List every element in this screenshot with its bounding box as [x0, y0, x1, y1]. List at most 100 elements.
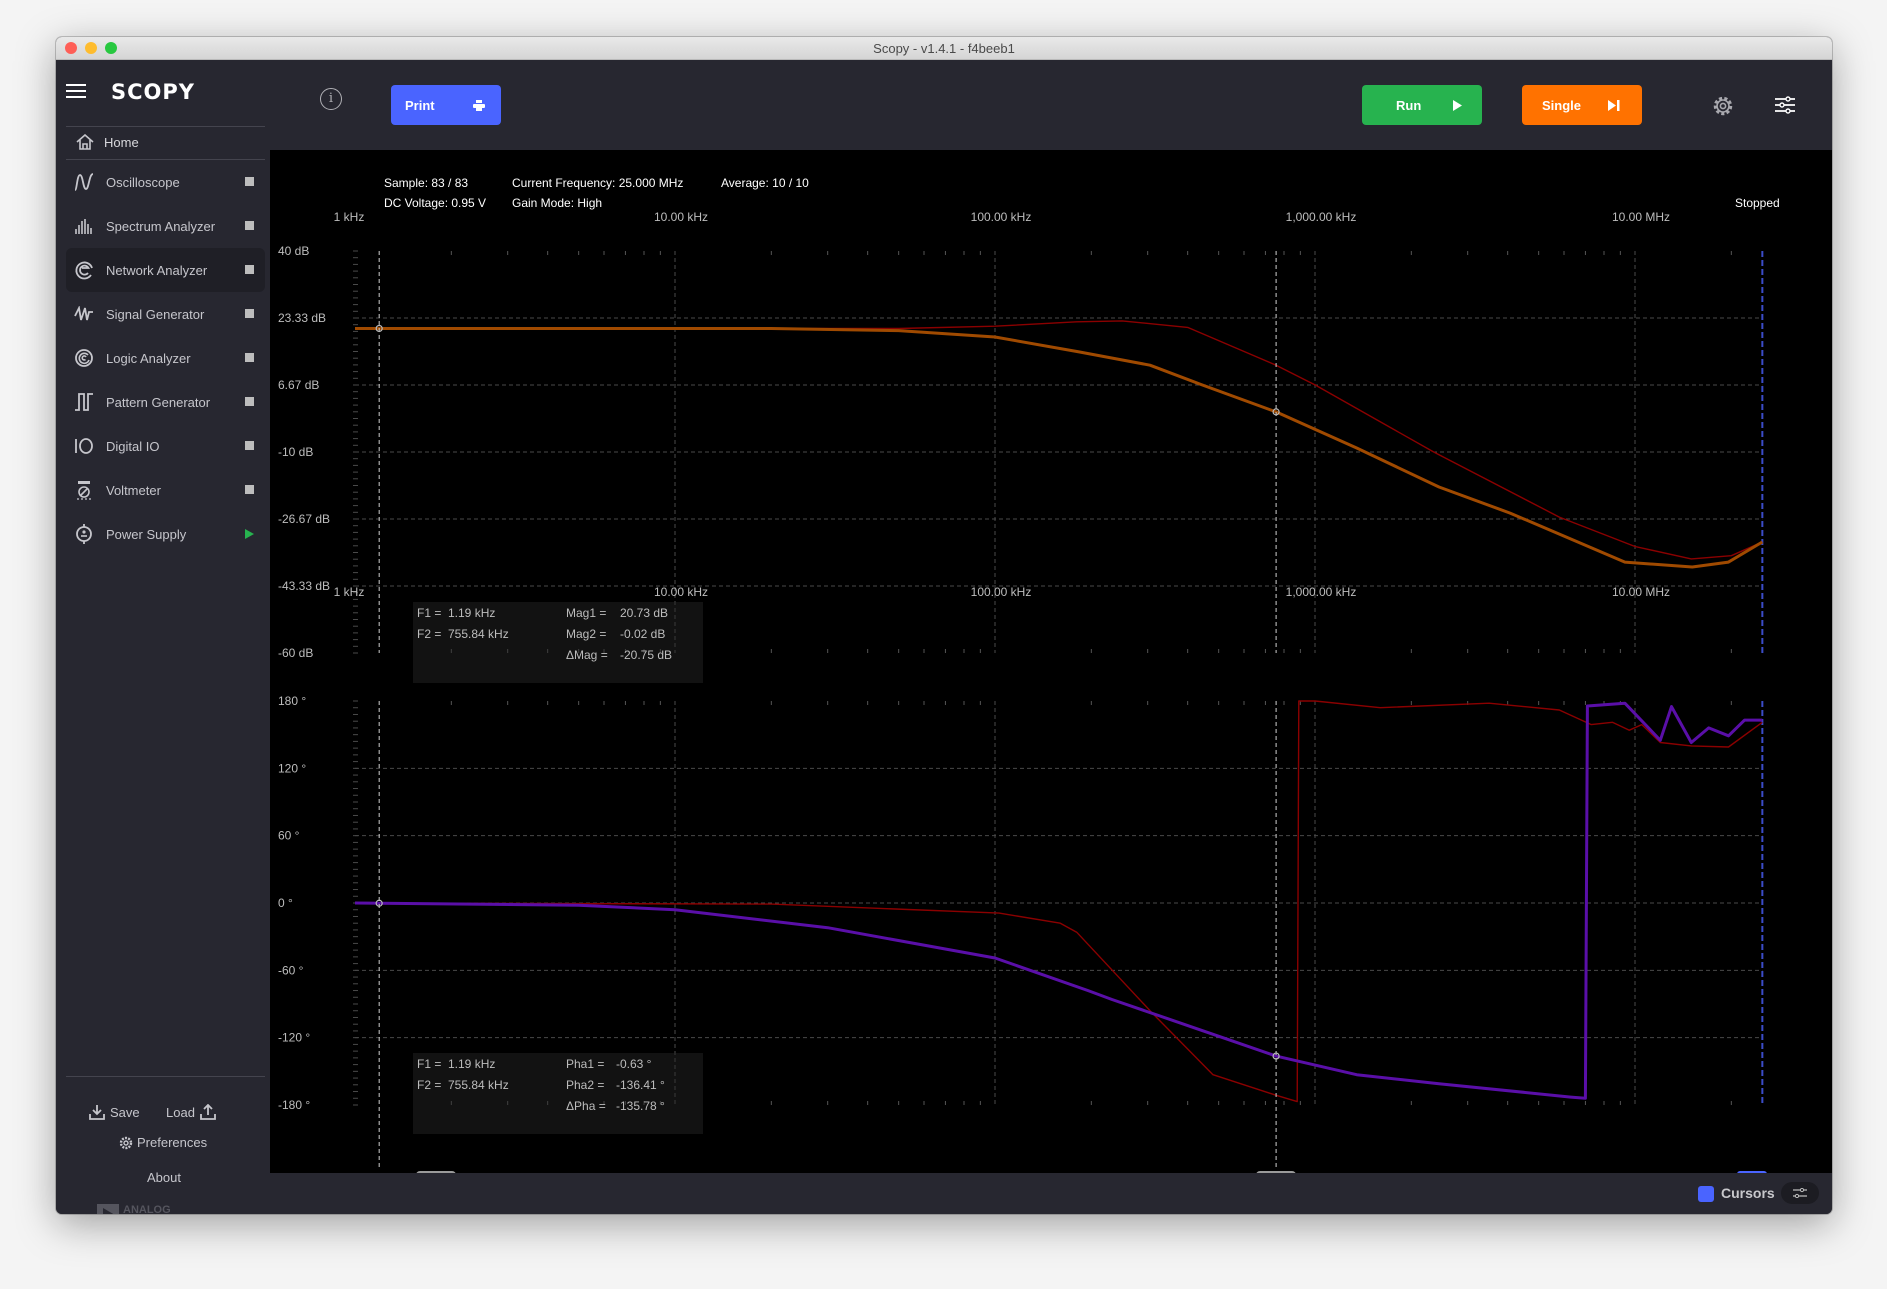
- y-tick-label: -10 dB: [278, 445, 313, 459]
- app-window: Scopy - v1.4.1 - f4beeb1 SCOPY Home Osci…: [56, 37, 1832, 1214]
- window-title: Scopy - v1.4.1 - f4beeb1: [873, 41, 1015, 56]
- save-icon: [89, 1105, 105, 1120]
- phase-cursor-readout: F1 = 1.19 kHz F2 = 755.84 kHz Pha1 = -0.…: [413, 1053, 703, 1134]
- step-icon: [1608, 99, 1620, 111]
- mag2-value: -0.02 dB: [620, 627, 666, 641]
- sidebar-divider: [66, 1076, 265, 1077]
- x-tick-label: 1,000.00 kHz: [1286, 585, 1357, 599]
- load-button[interactable]: Load: [166, 1104, 216, 1120]
- f2-value: 755.84 kHz: [448, 627, 509, 641]
- x-tick-label: 1 kHz: [334, 585, 365, 599]
- sidebar-item-pattern-generator[interactable]: Pattern Generator: [66, 380, 265, 424]
- sidebar-item-label: Digital IO: [106, 438, 160, 454]
- network-analyzer-icon: [72, 258, 96, 282]
- delta-mag-value: -20.75 dB: [620, 648, 673, 662]
- home-icon: [76, 134, 94, 150]
- status-stopped-icon: [245, 265, 254, 274]
- sidebar-item-signal-generator[interactable]: Signal Generator: [66, 292, 265, 336]
- sidebar-item-power-supply[interactable]: Power Supply: [66, 512, 265, 556]
- about-label: About: [147, 1170, 181, 1185]
- menu-sliders-icon[interactable]: [1774, 96, 1796, 114]
- sidebar-item-label: Home: [104, 134, 139, 150]
- x-tick-label: 10.00 MHz: [1612, 210, 1670, 224]
- f2-value: 755.84 kHz: [448, 1078, 509, 1092]
- delta-pha-value: -135.78 °: [616, 1099, 665, 1113]
- printer-icon: [473, 99, 485, 111]
- sidebar-item-logic-analyzer[interactable]: Logic Analyzer: [66, 336, 265, 380]
- digital-io-icon: [72, 434, 96, 458]
- series-line-2: [354, 700, 1763, 1103]
- analog-devices-triangle-icon: [97, 1204, 119, 1214]
- sidebar-item-label: Voltmeter: [106, 482, 161, 498]
- bottom-bar: Cursors: [270, 1173, 1832, 1214]
- mag1-value: 20.73 dB: [620, 606, 669, 620]
- cursor-settings-icon: [1793, 1188, 1807, 1198]
- sidebar-item-spectrum-analyzer[interactable]: Spectrum Analyzer: [66, 204, 265, 248]
- magnitude-cursor-readout: F1 = 1.19 kHz F2 = 755.84 kHz Mag1 = 20.…: [413, 602, 703, 683]
- status-stopped-icon: [245, 221, 254, 230]
- pha2-label: Pha2 =: [566, 1078, 605, 1092]
- sidebar-item-label: Spectrum Analyzer: [106, 218, 216, 234]
- x-tick-label: 10.00 kHz: [654, 210, 708, 224]
- sidebar-item-digital-io[interactable]: Digital IO: [66, 424, 265, 468]
- hamburger-menu-icon[interactable]: [66, 84, 86, 98]
- y-tick-label: -60 °: [278, 963, 304, 977]
- load-label: Load: [166, 1104, 195, 1120]
- gear-icon: [119, 1136, 133, 1149]
- info-icon: i: [328, 91, 334, 106]
- sidebar-item-label: Network Analyzer: [106, 262, 208, 278]
- f2-label: F2 =: [417, 1078, 442, 1092]
- x-tick-label: 10.00 kHz: [654, 585, 708, 599]
- status-stopped-icon: [245, 397, 254, 406]
- print-label: Print: [405, 97, 435, 113]
- sidebar-item-network-analyzer[interactable]: Network Analyzer: [66, 248, 265, 292]
- y-tick-label: 0 °: [278, 896, 293, 910]
- save-label: Save: [110, 1104, 140, 1120]
- plot-area: Sample: 83 / 83 Current Frequency: 25.00…: [270, 150, 1832, 1201]
- single-label: Single: [1542, 97, 1582, 113]
- series-line-1: [355, 327, 1764, 569]
- y-tick-label: -120 °: [278, 1031, 310, 1045]
- preferences-button[interactable]: Preferences: [119, 1135, 207, 1150]
- brand-line-1: ANALOG: [123, 1204, 171, 1215]
- y-tick-label: 6.67 dB: [278, 378, 319, 392]
- pha1-value: -0.63 °: [616, 1057, 652, 1071]
- sidebar-item-label: Logic Analyzer: [106, 350, 191, 366]
- oscilloscope-icon: [72, 170, 96, 194]
- sidebar-item-label: Power Supply: [106, 526, 187, 542]
- play-icon: [1453, 99, 1462, 111]
- info-button[interactable]: i: [320, 88, 342, 110]
- save-button[interactable]: Save: [89, 1104, 140, 1120]
- cursors-label: Cursors: [1721, 1185, 1775, 1201]
- sidebar-item-home[interactable]: Home: [76, 128, 139, 156]
- sidebar-divider: [66, 126, 265, 127]
- sidebar-item-oscilloscope[interactable]: Oscilloscope: [66, 160, 265, 204]
- settings-gear-icon[interactable]: [1712, 95, 1734, 117]
- sidebar-item-voltmeter[interactable]: Voltmeter: [66, 468, 265, 512]
- cursors-settings-button[interactable]: [1781, 1182, 1819, 1204]
- y-tick-label: 40 dB: [278, 244, 309, 258]
- f1-label: F1 =: [417, 606, 442, 620]
- mag2-label: Mag2 =: [566, 627, 607, 641]
- voltmeter-icon: [72, 478, 96, 502]
- y-tick-label: 120 °: [278, 761, 306, 775]
- y-tick-label: -180 °: [278, 1098, 310, 1112]
- y-tick-label: 180 °: [278, 694, 306, 708]
- y-tick-label: 23.33 dB: [278, 311, 326, 325]
- status-stopped-icon: [245, 177, 254, 186]
- sidebar: SCOPY Home Oscilloscope Spectrum Analyze…: [56, 60, 270, 1214]
- x-tick-label: 100.00 kHz: [971, 210, 1032, 224]
- scopy-logo: SCOPY: [111, 80, 195, 104]
- cursors-checkbox[interactable]: [1698, 1186, 1714, 1202]
- run-button[interactable]: Run: [1362, 85, 1482, 125]
- single-button[interactable]: Single: [1522, 85, 1642, 125]
- print-button[interactable]: Print: [391, 85, 501, 125]
- series-line-1: [354, 701, 1763, 1100]
- f1-value: 1.19 kHz: [448, 1057, 496, 1071]
- x-tick-label: 1 kHz: [334, 210, 365, 224]
- delta-mag-label: ΔMag =: [566, 648, 608, 662]
- x-tick-label: 100.00 kHz: [971, 585, 1032, 599]
- pha1-label: Pha1 =: [566, 1057, 605, 1071]
- status-stopped-icon: [245, 485, 254, 494]
- about-button[interactable]: About: [147, 1170, 181, 1185]
